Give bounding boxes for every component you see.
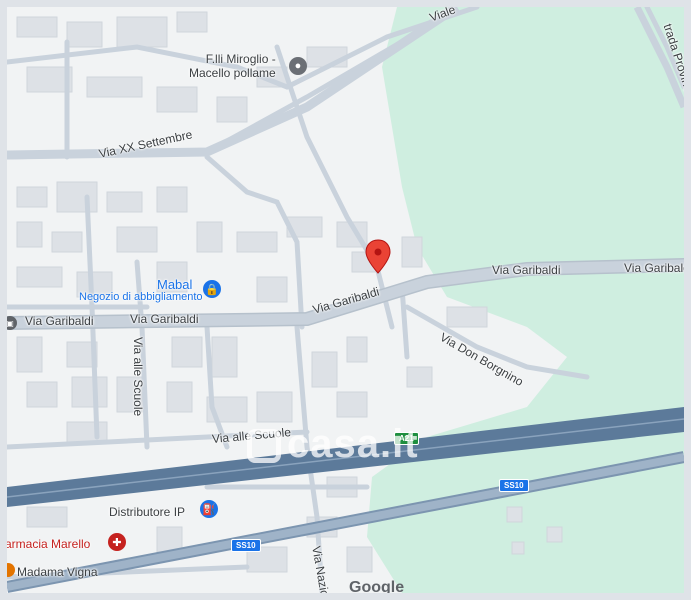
poi-madama-label[interactable]: Madama Vigna <box>17 565 98 579</box>
street-via-garibaldi-1: Via Garibaldi <box>25 314 94 328</box>
street-via-garibaldi-2: Via Garibaldi <box>130 312 199 326</box>
poi-distributore-label[interactable]: Distributore IP <box>109 505 185 519</box>
casa-logo-icon <box>247 429 281 463</box>
shopping-bag-icon[interactable]: 🔒 <box>203 280 221 298</box>
watermark-text: casa.it <box>287 422 419 466</box>
poi-mabal-name[interactable]: Mabal <box>157 277 192 292</box>
poi-miroglio-line: F.lli Miroglio - Macello pollame <box>189 52 276 80</box>
poi-mabal-category: Negozio di abbigliamento <box>79 291 203 303</box>
google-logo-text: Google <box>349 579 405 593</box>
map-frame: F.lli Miroglio - Macello pollame ● Mabal… <box>0 0 691 600</box>
shield-ss10-a: SS10 <box>499 479 529 492</box>
street-via-garibaldi-4: Via Garibaldi <box>492 263 561 277</box>
pharmacy-icon[interactable]: ✚ <box>108 533 126 551</box>
gas-station-icon[interactable]: ⛽ <box>200 500 218 518</box>
street-via-alle-scuole-vertical: Via alle Scuole <box>131 337 145 417</box>
street-via-garibaldi-5: Via Garibaldi <box>624 261 684 275</box>
map-canvas[interactable]: F.lli Miroglio - Macello pollame ● Mabal… <box>7 7 684 593</box>
casa-watermark: casa.it <box>247 422 419 467</box>
google-logo: Google <box>349 579 404 593</box>
shield-ss10-b: SS10 <box>231 539 261 552</box>
poi-pin-icon[interactable]: ● <box>289 57 307 75</box>
poi-farmacia-label[interactable]: armacia Marello <box>7 537 90 551</box>
poi-miroglio-label[interactable]: F.lli Miroglio - Macello pollame <box>189 52 276 80</box>
